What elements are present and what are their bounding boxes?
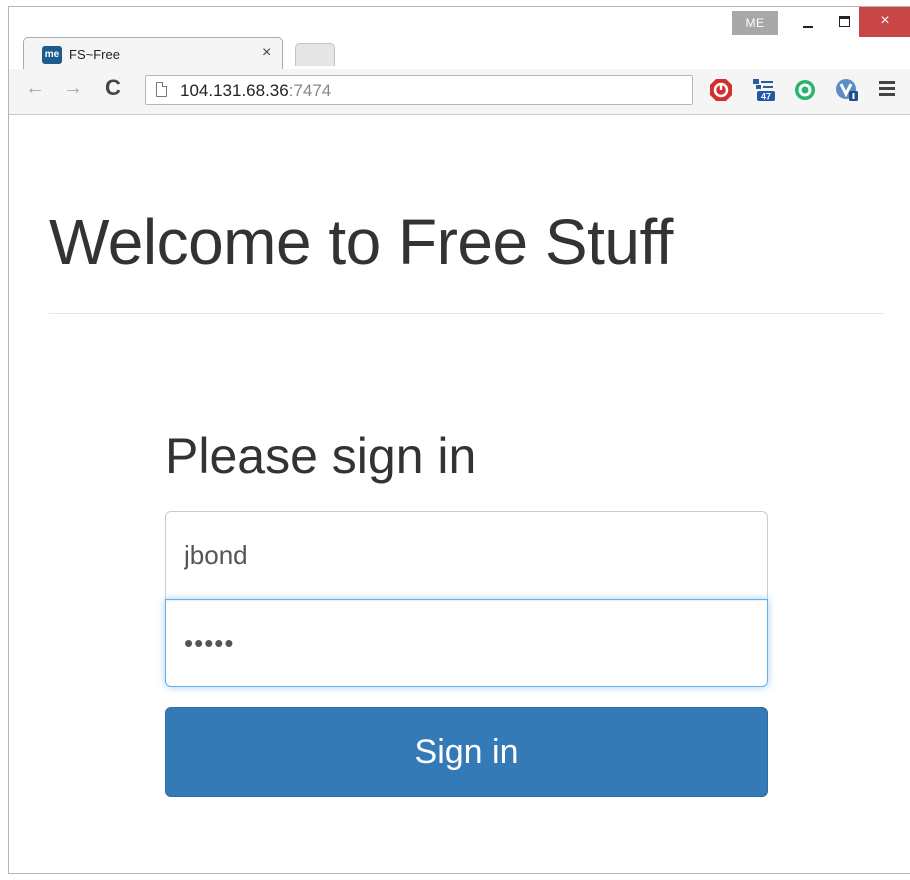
maximize-button[interactable] bbox=[827, 7, 861, 37]
url-port: :7474 bbox=[288, 81, 332, 100]
menu-icon[interactable] bbox=[879, 81, 895, 97]
title-bar: ME × me FS~Free × bbox=[9, 7, 910, 72]
signin-heading: Please sign in bbox=[165, 428, 477, 484]
stop-extension-icon[interactable] bbox=[709, 78, 733, 102]
back-arrow-icon[interactable]: ← bbox=[25, 77, 45, 100]
url-host: 104.131.68.36 bbox=[180, 81, 289, 100]
tree-extension-icon[interactable]: 47 bbox=[751, 78, 775, 102]
active-tab[interactable]: me FS~Free × bbox=[23, 37, 283, 72]
signin-button[interactable]: Sign in bbox=[165, 707, 768, 797]
tab-close-icon[interactable]: × bbox=[262, 44, 271, 62]
profile-badge[interactable]: ME bbox=[732, 11, 778, 35]
minimize-button[interactable] bbox=[791, 7, 825, 37]
v-extension-icon[interactable] bbox=[835, 78, 859, 102]
tab-favicon-icon: me bbox=[42, 46, 62, 64]
password-input[interactable] bbox=[165, 599, 768, 687]
browser-window: ME × me FS~Free × ← → C 104.131.68.36:74… bbox=[8, 6, 910, 874]
page-content: Welcome to Free Stuff Please sign in Sig… bbox=[9, 115, 910, 873]
username-input[interactable] bbox=[165, 511, 768, 599]
new-tab-button[interactable] bbox=[295, 43, 335, 66]
url-text: 104.131.68.36:7474 bbox=[180, 81, 331, 101]
browser-toolbar: ← → C 104.131.68.36:7474 47 bbox=[9, 69, 910, 115]
reload-icon[interactable]: C bbox=[105, 75, 121, 101]
tab-title: FS~Free bbox=[69, 47, 120, 62]
page-icon bbox=[156, 82, 167, 97]
close-window-button[interactable]: × bbox=[859, 7, 910, 37]
forward-arrow-icon[interactable]: → bbox=[63, 77, 83, 100]
ring-extension-icon[interactable] bbox=[793, 78, 817, 102]
header-divider bbox=[49, 313, 884, 314]
extension-badge: 47 bbox=[761, 92, 771, 102]
page-title: Welcome to Free Stuff bbox=[49, 206, 673, 278]
address-bar[interactable]: 104.131.68.36:7474 bbox=[145, 75, 693, 105]
